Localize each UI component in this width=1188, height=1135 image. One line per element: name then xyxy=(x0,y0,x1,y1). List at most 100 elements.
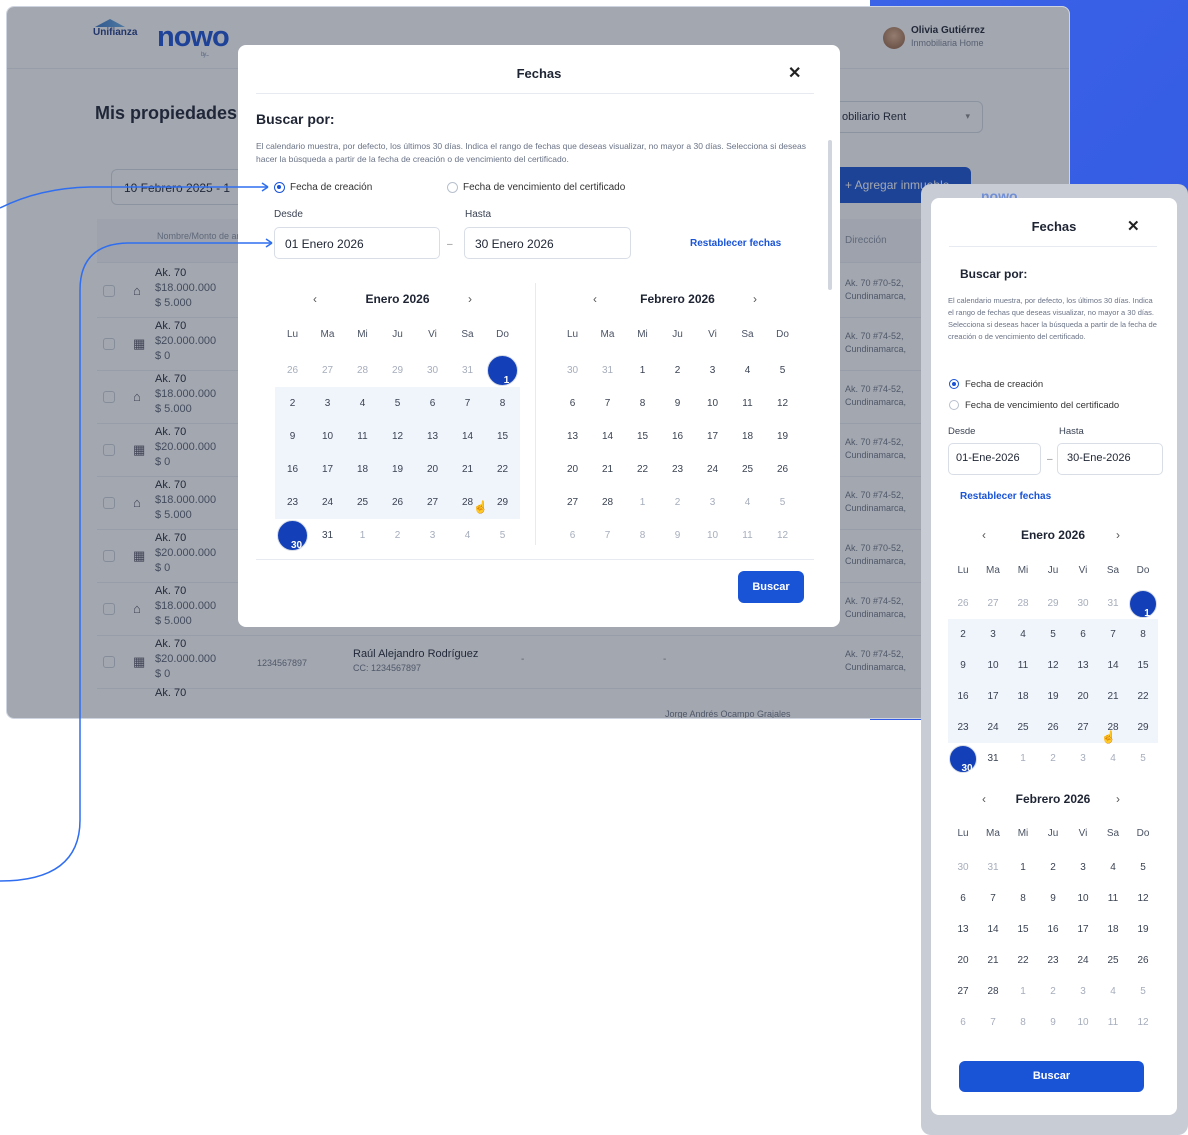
search-button[interactable]: Buscar xyxy=(738,571,804,603)
calendar-day[interactable]: 24 xyxy=(1068,945,1098,976)
calendar-day[interactable]: 27 xyxy=(310,354,345,387)
calendar-day[interactable]: 5 xyxy=(485,519,520,552)
calendar-day[interactable]: 29 xyxy=(485,486,520,519)
calendar-day[interactable]: 11 xyxy=(1098,1007,1128,1038)
calendar-day[interactable]: 5 xyxy=(765,354,800,387)
calendar-day[interactable]: 29 xyxy=(1128,712,1158,743)
calendar-day[interactable]: 12 xyxy=(765,387,800,420)
calendar-day[interactable]: 24 xyxy=(695,453,730,486)
calendar-day[interactable]: 8 xyxy=(625,387,660,420)
calendar-day[interactable]: 20 xyxy=(415,453,450,486)
calendar-day[interactable]: 7 xyxy=(978,1007,1008,1038)
calendar-day[interactable]: 17 xyxy=(978,681,1008,712)
calendar-day[interactable]: 5 xyxy=(1128,976,1158,1007)
calendar-day[interactable]: 14 xyxy=(450,420,485,453)
calendar-day[interactable]: 10 xyxy=(1068,1007,1098,1038)
calendar-day[interactable]: 3 xyxy=(1068,976,1098,1007)
calendar-day[interactable]: 6 xyxy=(948,883,978,914)
calendar-day[interactable]: 8 xyxy=(1128,619,1158,650)
calendar-day[interactable]: 9 xyxy=(1038,883,1068,914)
calendar-day[interactable]: 7 xyxy=(590,387,625,420)
calendar-day[interactable]: 28 xyxy=(978,976,1008,1007)
calendar-day[interactable]: 14 xyxy=(978,914,1008,945)
calendar-day[interactable]: 28 xyxy=(590,486,625,519)
calendar-day[interactable]: 31 xyxy=(450,354,485,387)
calendar-day[interactable]: 26 xyxy=(948,588,978,619)
calendar-day[interactable]: 4 xyxy=(450,519,485,552)
calendar-day[interactable]: 8 xyxy=(625,519,660,552)
calendar-day[interactable]: 31 xyxy=(310,519,345,552)
calendar-day[interactable]: 13 xyxy=(555,420,590,453)
calendar-day[interactable]: 26 xyxy=(275,354,310,387)
calendar-day[interactable]: 10 xyxy=(695,387,730,420)
to-date-input[interactable]: 30 Enero 2026 xyxy=(464,227,631,259)
calendar-day[interactable]: 6 xyxy=(555,387,590,420)
calendar-day[interactable]: 22 xyxy=(1128,681,1158,712)
calendar-day[interactable]: 30 xyxy=(555,354,590,387)
calendar-day[interactable]: 19 xyxy=(765,420,800,453)
calendar-day[interactable]: 30 xyxy=(949,744,977,774)
calendar-day[interactable]: 9 xyxy=(660,519,695,552)
calendar-day[interactable]: 6 xyxy=(1068,619,1098,650)
calendar-day[interactable]: 3 xyxy=(978,619,1008,650)
calendar-day[interactable]: 25 xyxy=(1098,945,1128,976)
calendar-day[interactable]: 11 xyxy=(1008,650,1038,681)
calendar-day[interactable]: 22 xyxy=(625,453,660,486)
calendar-day[interactable]: 20 xyxy=(1068,681,1098,712)
calendar-day[interactable]: 30 xyxy=(277,520,308,551)
calendar-day[interactable]: 7 xyxy=(978,883,1008,914)
next-month-button[interactable]: › xyxy=(753,292,757,306)
calendar-day[interactable]: 25 xyxy=(730,453,765,486)
calendar-day[interactable]: 1 xyxy=(487,355,518,386)
calendar-day[interactable]: 23 xyxy=(948,712,978,743)
calendar-day[interactable]: 5 xyxy=(1128,852,1158,883)
calendar-day[interactable]: 4 xyxy=(730,486,765,519)
calendar-day[interactable]: 18 xyxy=(345,453,380,486)
calendar-day[interactable]: 8 xyxy=(1008,883,1038,914)
mobile-radio-expiry[interactable] xyxy=(949,400,959,410)
calendar-day[interactable]: 21 xyxy=(590,453,625,486)
calendar-day[interactable]: 14 xyxy=(590,420,625,453)
calendar-day[interactable]: 1 xyxy=(345,519,380,552)
calendar-day[interactable]: 11 xyxy=(1098,883,1128,914)
mobile-search-button[interactable]: Buscar xyxy=(959,1061,1144,1092)
calendar-day[interactable]: 19 xyxy=(380,453,415,486)
radio-creation[interactable] xyxy=(274,182,285,193)
calendar-day[interactable]: 3 xyxy=(415,519,450,552)
calendar-day[interactable]: 15 xyxy=(1008,914,1038,945)
calendar-day[interactable]: 2 xyxy=(275,387,310,420)
calendar-day[interactable]: 7 xyxy=(1098,619,1128,650)
calendar-day[interactable]: 23 xyxy=(660,453,695,486)
calendar-day[interactable]: 9 xyxy=(948,650,978,681)
calendar-day[interactable]: 4 xyxy=(345,387,380,420)
calendar-day[interactable]: 21 xyxy=(450,453,485,486)
calendar-day[interactable]: 19 xyxy=(1128,914,1158,945)
calendar-day[interactable]: 9 xyxy=(275,420,310,453)
calendar-day[interactable]: 17 xyxy=(695,420,730,453)
calendar-day[interactable]: 3 xyxy=(1068,743,1098,774)
calendar-day[interactable]: 30 xyxy=(948,852,978,883)
calendar-day[interactable]: 18 xyxy=(730,420,765,453)
calendar-day[interactable]: 13 xyxy=(415,420,450,453)
calendar-day[interactable]: 24 xyxy=(310,486,345,519)
next-month-button[interactable]: › xyxy=(468,292,472,306)
calendar-day[interactable]: 7 xyxy=(450,387,485,420)
next-month-button[interactable]: › xyxy=(1116,792,1120,806)
calendar-day[interactable]: 5 xyxy=(1128,743,1158,774)
calendar-day[interactable]: 10 xyxy=(310,420,345,453)
calendar-day[interactable]: 26 xyxy=(1128,945,1158,976)
calendar-day[interactable]: 2 xyxy=(1038,852,1068,883)
calendar-day[interactable]: 24 xyxy=(978,712,1008,743)
calendar-day[interactable]: 10 xyxy=(695,519,730,552)
calendar-day[interactable]: 18 xyxy=(1098,914,1128,945)
calendar-day[interactable]: 15 xyxy=(1128,650,1158,681)
calendar-day[interactable]: 3 xyxy=(1068,852,1098,883)
calendar-day[interactable]: 3 xyxy=(695,486,730,519)
calendar-day[interactable]: 22 xyxy=(1008,945,1038,976)
mobile-reset-dates-link[interactable]: Restablecer fechas xyxy=(960,491,1051,502)
next-month-button[interactable]: › xyxy=(1116,528,1120,542)
calendar-day[interactable]: 20 xyxy=(948,945,978,976)
mobile-radio-creation[interactable] xyxy=(949,379,959,389)
calendar-day[interactable]: 4 xyxy=(1098,852,1128,883)
calendar-day[interactable]: 2 xyxy=(380,519,415,552)
